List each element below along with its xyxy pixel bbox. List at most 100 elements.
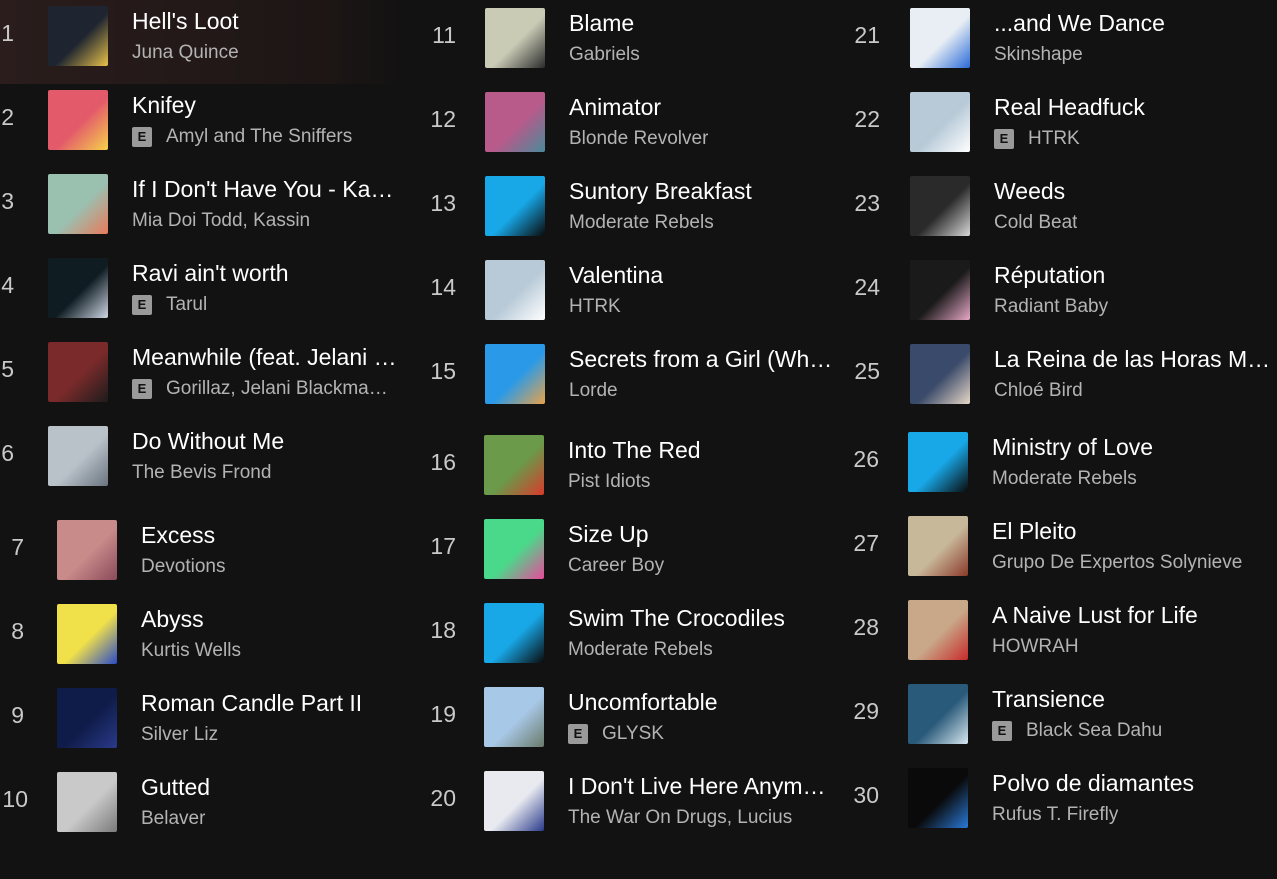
- album-art[interactable]: [484, 687, 544, 747]
- album-art[interactable]: [908, 432, 968, 492]
- track-title[interactable]: Hell's Loot: [132, 8, 239, 35]
- album-art[interactable]: [485, 8, 545, 68]
- track-title[interactable]: A Naive Lust for Life: [992, 602, 1198, 629]
- album-art[interactable]: [57, 772, 117, 832]
- track-artist[interactable]: HOWRAH: [992, 636, 1079, 658]
- track-artist[interactable]: Gabriels: [569, 44, 640, 66]
- track-title[interactable]: La Reina de las Horas M…: [994, 346, 1270, 373]
- track-title[interactable]: Size Up: [568, 521, 649, 548]
- track-artist[interactable]: Pist Idiots: [568, 471, 650, 493]
- album-art[interactable]: [48, 90, 108, 150]
- album-art[interactable]: [910, 344, 970, 404]
- album-art[interactable]: [910, 176, 970, 236]
- track-artist[interactable]: HTRK: [1028, 128, 1080, 150]
- album-art[interactable]: [57, 604, 117, 664]
- track-artist[interactable]: Silver Liz: [141, 724, 218, 746]
- track-artist-line: Lorde: [569, 380, 618, 402]
- track-artist[interactable]: Juna Quince: [132, 42, 239, 64]
- track-artist[interactable]: Devotions: [141, 556, 226, 578]
- track-title[interactable]: Abyss: [141, 606, 204, 633]
- track-title[interactable]: Réputation: [994, 262, 1105, 289]
- track-title[interactable]: Do Without Me: [132, 428, 284, 455]
- track-title[interactable]: ...and We Dance: [994, 10, 1165, 37]
- track-title[interactable]: Knifey: [132, 92, 196, 119]
- album-art[interactable]: [57, 688, 117, 748]
- track-number: 22: [854, 106, 880, 132]
- track-artist[interactable]: Radiant Baby: [994, 296, 1108, 318]
- album-art[interactable]: [910, 260, 970, 320]
- track-artist[interactable]: The War On Drugs, Lucius: [568, 807, 792, 829]
- track-artist[interactable]: Lorde: [569, 380, 618, 402]
- track-artist[interactable]: Grupo De Expertos Solynieve: [992, 552, 1242, 574]
- track-title[interactable]: Suntory Breakfast: [569, 178, 752, 205]
- track-title[interactable]: Secrets from a Girl (Wh…: [569, 346, 832, 373]
- track-artist[interactable]: Moderate Rebels: [992, 468, 1137, 490]
- track-title[interactable]: El Pleito: [992, 518, 1076, 545]
- track-title[interactable]: Ravi ain't worth: [132, 260, 289, 287]
- track-title[interactable]: Roman Candle Part II: [141, 690, 362, 717]
- album-art[interactable]: [484, 519, 544, 579]
- track-artist[interactable]: Black Sea Dahu: [1026, 720, 1162, 742]
- track-number: 19: [430, 701, 456, 727]
- track-artist[interactable]: HTRK: [569, 296, 621, 318]
- track-title[interactable]: Blame: [569, 10, 634, 37]
- track-artist[interactable]: Skinshape: [994, 44, 1083, 66]
- track-title[interactable]: Weeds: [994, 178, 1065, 205]
- track-number: 10: [2, 786, 28, 812]
- track-artist[interactable]: Career Boy: [568, 555, 664, 577]
- track-title[interactable]: Polvo de diamantes: [992, 770, 1194, 797]
- album-art[interactable]: [485, 260, 545, 320]
- track-artist[interactable]: Kurtis Wells: [141, 640, 241, 662]
- album-art[interactable]: [908, 516, 968, 576]
- track-artist[interactable]: Mia Doi Todd, Kassin: [132, 210, 310, 232]
- track-number: 11: [432, 22, 456, 48]
- track-artist[interactable]: Cold Beat: [994, 212, 1077, 234]
- album-art[interactable]: [48, 174, 108, 234]
- album-art[interactable]: [484, 435, 544, 495]
- album-art[interactable]: [485, 92, 545, 152]
- album-art[interactable]: [910, 8, 970, 68]
- album-art[interactable]: [485, 176, 545, 236]
- explicit-badge: E: [132, 379, 152, 399]
- track-artist-line: Devotions: [141, 556, 226, 578]
- track-artist[interactable]: Amyl and The Sniffers: [166, 126, 352, 148]
- track-artist[interactable]: Belaver: [141, 808, 205, 830]
- track-title[interactable]: I Don't Live Here Anym…: [568, 773, 826, 800]
- track-title[interactable]: Real Headfuck: [994, 94, 1145, 121]
- track-title[interactable]: Excess: [141, 522, 215, 549]
- track-title[interactable]: Transience: [992, 686, 1105, 713]
- track-artist[interactable]: Moderate Rebels: [569, 212, 714, 234]
- album-art[interactable]: [908, 600, 968, 660]
- album-art[interactable]: [484, 603, 544, 663]
- track-number: 23: [854, 190, 880, 216]
- album-art[interactable]: [485, 344, 545, 404]
- track-title[interactable]: Into The Red: [568, 437, 701, 464]
- album-art[interactable]: [48, 342, 108, 402]
- track-title[interactable]: Uncomfortable: [568, 689, 718, 716]
- album-art[interactable]: [910, 92, 970, 152]
- track-artist[interactable]: Moderate Rebels: [568, 639, 713, 661]
- album-art[interactable]: [57, 520, 117, 580]
- album-art[interactable]: [48, 6, 108, 66]
- album-art[interactable]: [908, 684, 968, 744]
- track-row[interactable]: 1 Hell's Loot Juna Quince: [0, 0, 405, 84]
- track-title[interactable]: Valentina: [569, 262, 663, 289]
- track-artist[interactable]: Blonde Revolver: [569, 128, 708, 150]
- album-art[interactable]: [48, 258, 108, 318]
- track-artist[interactable]: The Bevis Frond: [132, 462, 271, 484]
- track-artist[interactable]: GLYSK: [602, 723, 664, 745]
- track-title[interactable]: Meanwhile (feat. Jelani …: [132, 344, 397, 371]
- track-artist[interactable]: Chloé Bird: [994, 380, 1083, 402]
- track-title[interactable]: Ministry of Love: [992, 434, 1153, 461]
- track-artist[interactable]: Rufus T. Firefly: [992, 804, 1118, 826]
- track-title[interactable]: Swim The Crocodiles: [568, 605, 785, 632]
- track-title[interactable]: If I Don't Have You - Kas…: [132, 176, 402, 203]
- track-artist[interactable]: Tarul: [166, 294, 207, 316]
- track-number: 3: [1, 188, 14, 214]
- track-title[interactable]: Gutted: [141, 774, 210, 801]
- track-title[interactable]: Animator: [569, 94, 661, 121]
- album-art[interactable]: [908, 768, 968, 828]
- track-artist[interactable]: Gorillaz, Jelani Blackma…: [166, 378, 388, 400]
- album-art[interactable]: [484, 771, 544, 831]
- album-art[interactable]: [48, 426, 108, 486]
